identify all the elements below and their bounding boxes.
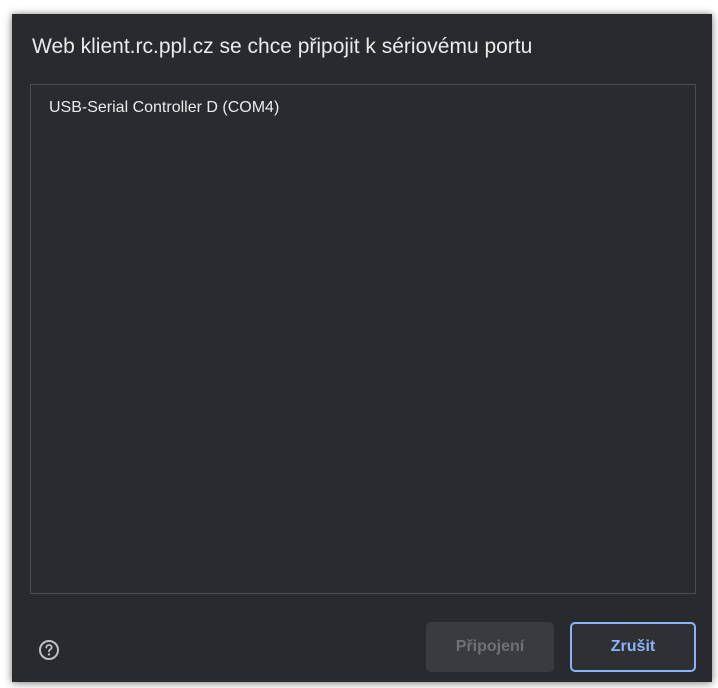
cancel-button[interactable]: Zrušit — [570, 622, 696, 672]
page: Web klient.rc.ppl.cz se chce připojit k … — [0, 0, 718, 688]
connect-button[interactable]: Připojení — [426, 622, 554, 672]
help-icon[interactable] — [38, 639, 60, 661]
device-list[interactable]: USB-Serial Controller D (COM4) — [30, 84, 696, 594]
dialog-title: Web klient.rc.ppl.cz se chce připojit k … — [32, 35, 533, 58]
serial-port-dialog: Web klient.rc.ppl.cz se chce připojit k … — [12, 14, 712, 682]
help-circle-icon — [39, 640, 59, 660]
device-item[interactable]: USB-Serial Controller D (COM4) — [49, 99, 279, 117]
